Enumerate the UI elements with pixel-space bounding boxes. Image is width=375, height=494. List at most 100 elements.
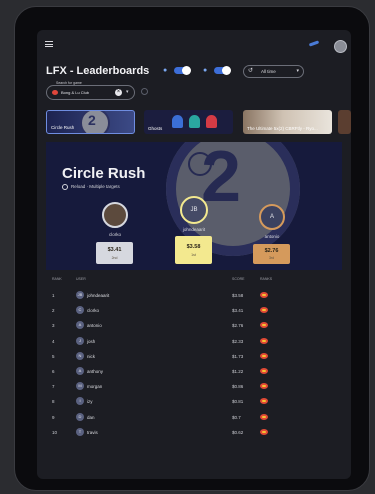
podium-score: $3.41 (107, 247, 122, 253)
row-avatar: J (76, 336, 84, 345)
podium-name-2nd: clorko (108, 232, 121, 237)
row-avatar: T (76, 427, 84, 436)
hero-title: Circle Rush (62, 165, 146, 182)
rank-badge-icon (260, 398, 268, 405)
podium-box-1st: $3.58 1st (175, 236, 212, 264)
podium-rank: 1st (191, 253, 196, 257)
row-avatar: JB (76, 291, 84, 299)
table-row[interactable]: 5 Nnick $1.73 (46, 349, 342, 364)
rank-badge-icon (260, 368, 268, 374)
rank-badge-icon (260, 292, 268, 298)
row-username: johndeaarit (87, 293, 110, 298)
table-row[interactable]: 1 JB johndeaarit $3.58 (46, 288, 342, 303)
table-row[interactable]: 8 Iizy $0.81 (46, 394, 342, 409)
row-score: $3.41 (232, 308, 244, 314)
row-score: $2.33 (232, 338, 244, 344)
rank-badge-icon (260, 352, 268, 359)
hero-subtitle-text: Reload · Multiple targets (71, 184, 120, 190)
row-username: travis (87, 429, 98, 435)
table-row[interactable]: 2 Cclorko $3.41 (46, 303, 342, 318)
ghost-icon (172, 115, 183, 128)
podium-rank: 2nd (111, 256, 118, 260)
header-score[interactable]: SCORE (232, 277, 244, 281)
row-avatar: I (76, 397, 84, 406)
ghost-icon (189, 115, 200, 128)
row-avatar: D (76, 412, 84, 421)
rank-badge-icon (260, 428, 268, 435)
game-card-label: Ghosts (148, 126, 163, 131)
crosshair-icon (188, 152, 212, 176)
caret-down-icon[interactable]: ▾ (126, 89, 129, 95)
game-art-number: 2 (88, 112, 96, 128)
row-score: $2.76 (232, 323, 244, 329)
brand-logo-icon (308, 40, 320, 47)
menu-icon[interactable] (45, 41, 53, 47)
rank-badge-icon (260, 383, 268, 390)
game-carousel: 2 Circle Rush Ghosts The Ultimate 5x(2) … (46, 110, 351, 134)
header-rank[interactable]: RANK (52, 277, 62, 281)
row-score: $0.81 (232, 399, 244, 405)
row-score: $0.86 (232, 384, 244, 390)
people-icon: ● (163, 67, 168, 74)
row-username: anthony (87, 369, 104, 374)
table-row[interactable]: 6 Aanthony $1.22 (46, 364, 342, 379)
row-username: dan (87, 414, 95, 420)
row-username: izy (87, 399, 93, 405)
table-row[interactable]: 7 Mmorgan $0.86 (46, 379, 342, 394)
podium-rank: 3rd (268, 256, 275, 260)
row-username: josh (87, 338, 96, 344)
row-rank: 1 (52, 293, 55, 298)
history-icon: ↺ (248, 68, 254, 74)
rank-badge-icon (260, 413, 268, 420)
row-rank: 5 (52, 353, 55, 359)
row-avatar: A (76, 367, 84, 375)
table-row[interactable]: 3 Aantonio $2.76 (46, 318, 342, 333)
row-avatar: N (76, 351, 84, 360)
toggle-switch[interactable] (174, 66, 191, 75)
podium-avatar-2nd (102, 202, 128, 228)
row-score: $3.58 (232, 293, 244, 298)
podium-box-3rd: $2.76 3rd (253, 244, 290, 264)
podium-box-2nd: $3.41 2nd (96, 242, 133, 264)
header-user[interactable]: USER (76, 277, 86, 281)
caret-down-icon: ▾ (296, 68, 299, 74)
game-card-partial[interactable] (338, 110, 351, 134)
flag-icon (52, 90, 58, 95)
table-row[interactable]: 4 Jjosh $2.33 (46, 334, 342, 349)
time-range-select[interactable]: ↺ All time ▾ (243, 65, 304, 78)
game-card-ultimate[interactable]: The Ultimate 5x(2) CBRFtly - Ryo... (243, 110, 332, 134)
user-avatar[interactable] (334, 40, 347, 53)
podium-avatar-3rd: A (259, 204, 285, 230)
refresh-icon[interactable] (141, 88, 148, 95)
podium-avatar-1st: JB (180, 196, 208, 224)
row-score: $0.7 (232, 414, 241, 420)
row-username: morgan (87, 384, 103, 390)
toggle-switch[interactable] (214, 66, 231, 75)
podium-score: $3.58 (186, 244, 201, 250)
game-card-label: The Ultimate 5x(2) CBRFtly - Ryo... (247, 126, 318, 131)
game-card-label: Circle Rush (51, 125, 75, 130)
game-select[interactable]: Search for game Bong & Lu Club × ▾ (46, 81, 135, 100)
game-select-value: Bong & Lu Club (61, 90, 90, 95)
table-header: RANK USER SCORE RANKS (46, 274, 342, 284)
table-row[interactable]: 10 Ttravis $0.62 (46, 425, 342, 440)
row-rank: 7 (52, 384, 55, 390)
top-bar (37, 30, 351, 56)
row-score: $0.62 (232, 429, 244, 435)
row-rank: 4 (52, 338, 55, 344)
game-card-ghosts[interactable]: Ghosts (144, 110, 233, 134)
time-range-value: All time (261, 69, 276, 74)
podium-score: $2.76 (264, 248, 279, 254)
row-avatar: A (76, 321, 84, 330)
table-row[interactable]: 9 Ddan $0.7 (46, 410, 342, 425)
podium-name-3rd: antonio (264, 234, 280, 239)
rank-badge-icon (260, 322, 268, 329)
clear-icon[interactable]: × (115, 89, 122, 96)
page-title: LFX - Leaderboards (46, 65, 150, 77)
rank-badge-icon (260, 307, 268, 314)
game-card-circle-rush[interactable]: 2 Circle Rush (46, 110, 135, 134)
header-ranks[interactable]: RANKS (260, 277, 272, 281)
row-username: clorko (87, 308, 100, 314)
row-rank: 8 (52, 399, 55, 405)
ghost-icon (206, 115, 217, 128)
